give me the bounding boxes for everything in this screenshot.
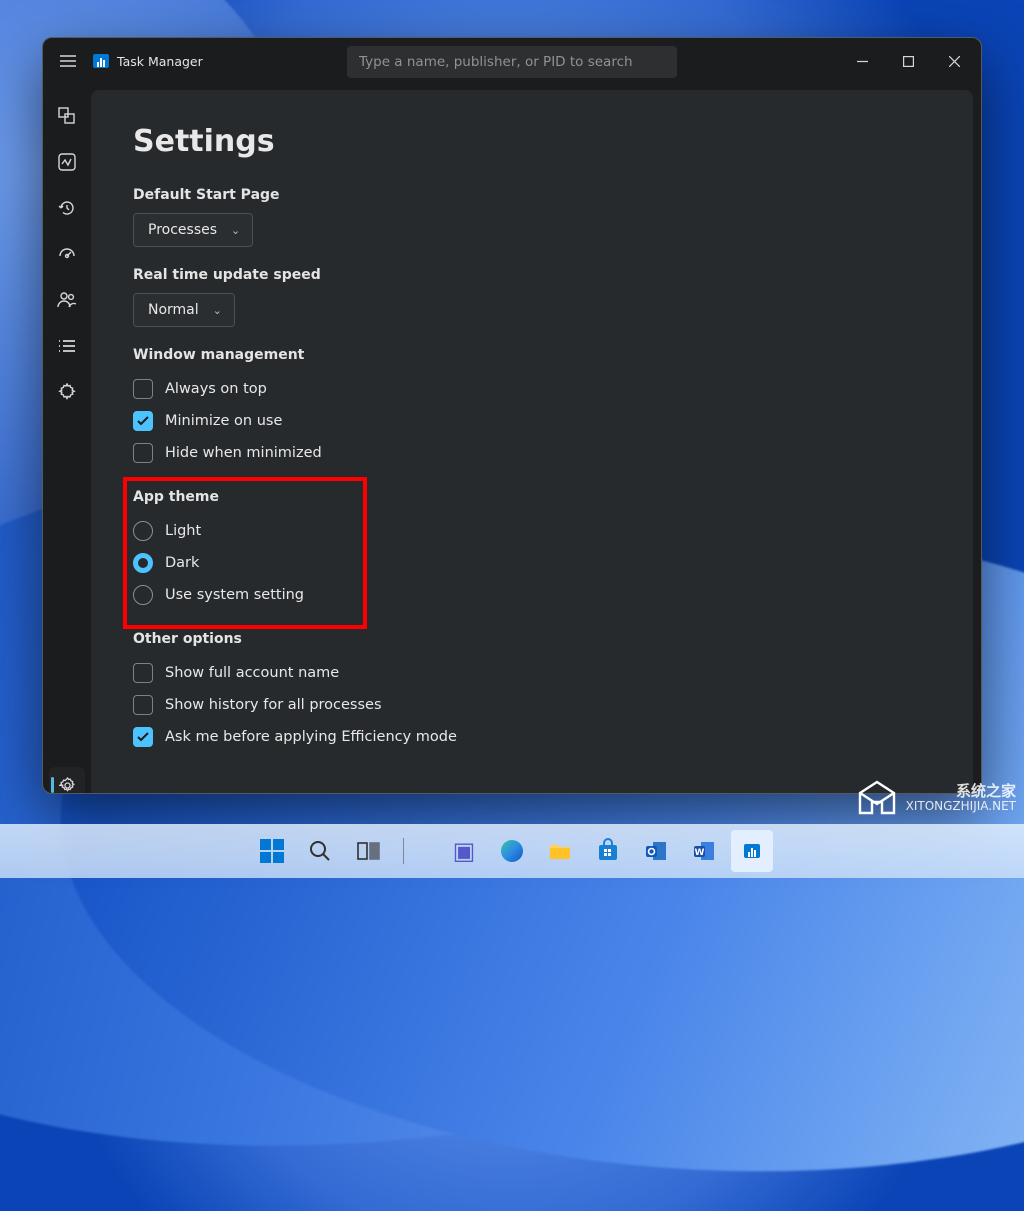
taskbar-outlook-icon[interactable] <box>635 830 677 872</box>
window-mgmt-label: Window management <box>133 347 931 363</box>
hide-minimized-checkbox[interactable]: Hide when minimized <box>133 437 931 469</box>
app-title: Task Manager <box>93 54 203 69</box>
nav-settings-icon[interactable] <box>49 767 85 794</box>
theme-dark-radio[interactable]: Dark <box>133 547 931 579</box>
task-manager-icon <box>93 54 109 68</box>
task-manager-window: Task Manager Settings Default Start Page <box>42 37 982 794</box>
nav-startup-icon[interactable] <box>47 236 87 272</box>
nav-processes-icon[interactable] <box>47 98 87 134</box>
full-account-checkbox[interactable]: Show full account name <box>133 657 931 689</box>
app-title-text: Task Manager <box>117 54 203 69</box>
minimize-on-use-checkbox[interactable]: Minimize on use <box>133 405 931 437</box>
hamburger-menu-button[interactable] <box>47 38 89 84</box>
theme-light-radio[interactable]: Light <box>133 515 931 547</box>
always-on-top-checkbox[interactable]: Always on top <box>133 373 931 405</box>
chevron-down-icon: ⌄ <box>213 304 222 317</box>
update-speed-label: Real time update speed <box>133 267 931 283</box>
watermark-url: XITONGZHIJIA.NET <box>906 800 1016 813</box>
close-button[interactable] <box>931 46 977 76</box>
update-speed-value: Normal <box>148 302 199 318</box>
start-page-label: Default Start Page <box>133 187 931 203</box>
taskbar-store-icon[interactable] <box>587 830 629 872</box>
taskbar-edge-icon[interactable] <box>491 830 533 872</box>
taskbar: ▣ W <box>0 824 1024 878</box>
svg-text:W: W <box>695 848 705 858</box>
nav-users-icon[interactable] <box>47 282 87 318</box>
ask-efficiency-checkbox[interactable]: Ask me before applying Efficiency mode <box>133 721 931 753</box>
page-title: Settings <box>133 124 931 159</box>
history-all-checkbox[interactable]: Show history for all processes <box>133 689 931 721</box>
nav-details-icon[interactable] <box>47 328 87 364</box>
start-page-dropdown[interactable]: Processes ⌄ <box>133 213 253 247</box>
nav-sidebar <box>43 84 91 794</box>
chevron-down-icon: ⌄ <box>231 224 240 237</box>
taskbar-word-icon[interactable]: W <box>683 830 725 872</box>
search-input[interactable] <box>347 46 677 78</box>
nav-services-icon[interactable] <box>47 374 87 410</box>
taskbar-separator <box>395 830 437 872</box>
taskbar-search-icon[interactable] <box>299 830 341 872</box>
nav-app-history-icon[interactable] <box>47 190 87 226</box>
theme-system-radio[interactable]: Use system setting <box>133 579 931 611</box>
start-button[interactable] <box>251 830 293 872</box>
taskbar-taskmanager-icon[interactable] <box>731 830 773 872</box>
taskbar-task-view-icon[interactable] <box>347 830 389 872</box>
minimize-button[interactable] <box>839 46 885 76</box>
taskbar-chat-icon[interactable]: ▣ <box>443 830 485 872</box>
watermark: 系统之家 XITONGZHIJIA.NET <box>856 778 1016 818</box>
app-theme-label: App theme <box>133 489 931 505</box>
update-speed-dropdown[interactable]: Normal ⌄ <box>133 293 235 327</box>
nav-performance-icon[interactable] <box>47 144 87 180</box>
other-options-label: Other options <box>133 631 931 647</box>
titlebar: Task Manager <box>43 38 981 84</box>
start-page-value: Processes <box>148 222 217 238</box>
taskbar-explorer-icon[interactable] <box>539 830 581 872</box>
watermark-zh: 系统之家 <box>906 783 1016 800</box>
settings-page: Settings Default Start Page Processes ⌄ … <box>91 90 973 794</box>
maximize-button[interactable] <box>885 46 931 76</box>
